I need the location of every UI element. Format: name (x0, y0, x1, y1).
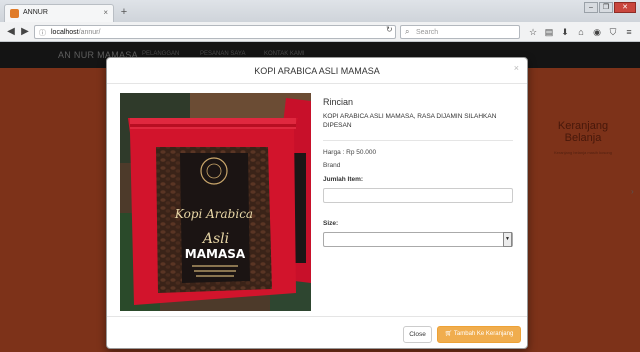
new-tab-button[interactable]: + (117, 6, 131, 19)
product-description: KOPI ARABICA ASLI MAMASA, RASA DIJAMIN S… (323, 113, 497, 129)
search-placeholder: Search (416, 28, 439, 36)
search-icon: ⌕ (405, 27, 410, 36)
close-button[interactable]: Close (403, 326, 432, 343)
address-bar[interactable]: ⓘ localhost/annur/ (34, 25, 396, 39)
product-price: Harga : Rp 50.000 (323, 149, 377, 156)
scroll-arrow-icon[interactable]: › (631, 187, 634, 196)
tab-title: ANNUR (23, 9, 48, 16)
modal-header: KOPI ARABICA ASLI MAMASA × (107, 58, 527, 84)
bag-text-line1: Kopi Arabica (174, 207, 253, 221)
search-input[interactable]: ⌕ Search (400, 25, 520, 39)
product-brand: Brand (323, 162, 341, 169)
modal-close-icon[interactable]: × (514, 63, 519, 73)
product-image: Kopi Arabica Asli MAMASA (120, 93, 311, 311)
add-to-cart-button[interactable]: 🛒︎ Tambah Ke Keranjang (437, 326, 521, 343)
back-arrow-icon[interactable]: ◀ (4, 25, 18, 39)
modal-footer: Close 🛒︎ Tambah Ke Keranjang (107, 316, 527, 348)
divider (323, 140, 513, 141)
home-icon[interactable]: ⌂ (576, 25, 586, 39)
menu-icon[interactable]: ≡ (624, 25, 634, 39)
download-icon[interactable]: ⬇ (560, 25, 570, 39)
star-icon[interactable]: ☆ (528, 25, 538, 39)
details-heading: Rincian (323, 97, 354, 107)
modal-title: KOPI ARABICA ASLI MAMASA (254, 66, 380, 76)
maximize-button[interactable]: ❐ (599, 2, 613, 13)
bag-text-line3: MAMASA (185, 247, 246, 261)
site-favicon-icon (10, 9, 19, 18)
browser-titlebar: ANNUR × + – ❐ ✕ (0, 0, 640, 22)
clipboard-icon[interactable]: ▤ (544, 25, 554, 39)
forward-arrow-icon[interactable]: ▶ (18, 25, 32, 39)
bag-text-line2: Asli (201, 231, 229, 247)
url-host: localhost (51, 28, 79, 36)
size-label: Size: (323, 220, 339, 227)
minimize-button[interactable]: – (584, 2, 598, 13)
browser-navbar: ◀ ▶ ⓘ localhost/annur/ ↻ ⌕ Search ☆ ▤ ⬇ … (0, 22, 640, 42)
cart-icon: 🛒︎ (444, 331, 453, 337)
toolbar-icons: ☆ ▤ ⬇ ⌂ ◉ ⛉ ≡ (528, 25, 634, 39)
quantity-input[interactable] (323, 188, 513, 203)
tab-close-icon[interactable]: × (103, 8, 108, 17)
coffee-bag-illustration: Kopi Arabica Asli MAMASA (120, 93, 311, 311)
pocket-icon[interactable]: ◉ (592, 25, 602, 39)
reload-icon[interactable]: ↻ (386, 25, 393, 34)
shield-icon[interactable]: ⛉ (608, 25, 618, 39)
window-close-button[interactable]: ✕ (614, 2, 636, 13)
url-text: localhost/annur/ (51, 29, 100, 36)
window-controls: – ❐ ✕ (584, 2, 636, 14)
browser-tab[interactable]: ANNUR × (4, 4, 114, 22)
quantity-label: Jumlah Item: (323, 176, 364, 183)
chevron-down-icon[interactable]: ▼ (503, 232, 512, 247)
add-to-cart-label: Tambah Ke Keranjang (453, 331, 514, 337)
url-path: /annur/ (78, 28, 101, 36)
size-select[interactable]: ▼ (323, 232, 513, 247)
site-info-icon[interactable]: ⓘ (39, 28, 46, 38)
product-modal: KOPI ARABICA ASLI MAMASA × Kopi Arabica … (106, 57, 528, 349)
